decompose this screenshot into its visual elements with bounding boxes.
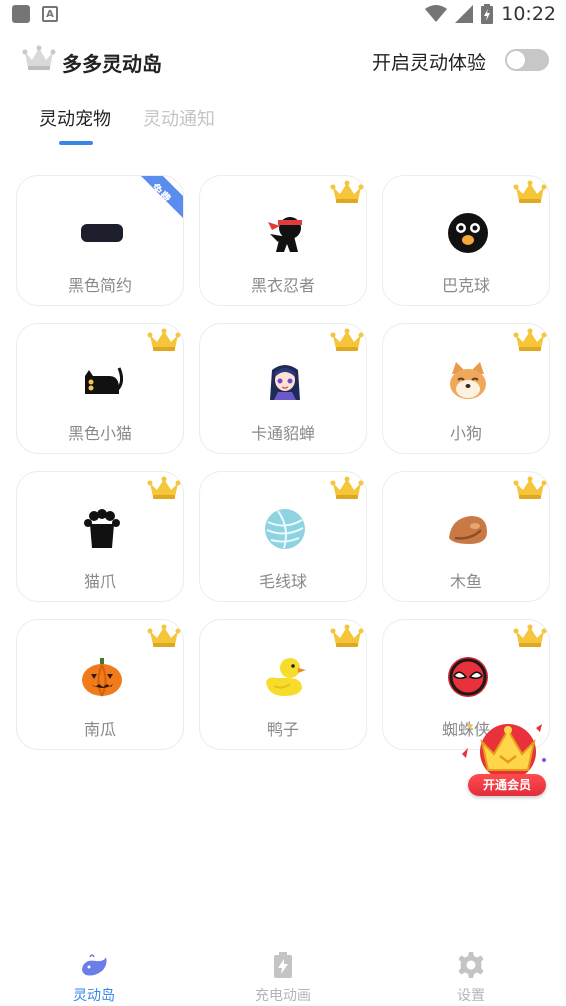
pet-card-cartoon-girl[interactable]: 卡通貂蝉 (199, 323, 367, 454)
bottom-nav: 灵动岛 充电动画 设置 (0, 945, 566, 1006)
yarn-ball-icon (265, 509, 305, 549)
status-bar: A 10:22 (0, 0, 566, 30)
nav-label: 设置 (457, 988, 485, 1004)
pet-label: 鸭子 (266, 720, 299, 739)
ninja-icon (268, 217, 302, 252)
island-toggle-switch[interactable] (505, 49, 549, 71)
crown-badge-icon (147, 328, 181, 351)
pet-label: 毛线球 (258, 572, 307, 591)
crown-logo-icon (22, 45, 56, 70)
pet-card-duck[interactable]: 鸭子 (199, 619, 367, 750)
wifi-icon (425, 5, 448, 22)
pet-card-black-simple[interactable]: 免费 黑色简约 (16, 175, 184, 306)
whale-icon (82, 954, 107, 976)
vip-button-label: 开通会员 (468, 774, 546, 796)
gear-icon (458, 952, 484, 978)
cat-paw-icon (84, 509, 120, 548)
crown-badge-icon (330, 328, 364, 351)
battery-charge-icon (274, 952, 292, 978)
tab-pets[interactable]: 灵动宠物 (39, 105, 111, 131)
crown-badge-icon (330, 624, 364, 647)
vip-crown-icon (462, 724, 546, 780)
pet-label: 小狗 (449, 424, 482, 443)
pumpkin-icon (82, 658, 122, 697)
crown-badge-icon (147, 476, 181, 499)
nav-label: 灵动岛 (73, 988, 115, 1004)
shiba-dog-icon (450, 362, 486, 399)
battery-icon (481, 4, 494, 24)
pet-label: 巴克球 (441, 276, 490, 295)
nav-item-settings[interactable]: 设置 (411, 945, 531, 1005)
nav-item-island[interactable]: 灵动岛 (34, 945, 154, 1005)
toggle-knob (507, 51, 525, 69)
tab-active-indicator (59, 141, 93, 145)
crown-badge-icon (513, 328, 547, 351)
island-toggle-label: 开启灵动体验 (372, 52, 487, 74)
spiderman-icon (448, 657, 488, 697)
black-ball-icon (448, 213, 488, 253)
crown-badge-icon (513, 624, 547, 647)
notification-square-icon (12, 5, 30, 23)
app-title: 多多灵动岛 (62, 52, 162, 76)
nav-label: 充电动画 (255, 988, 311, 1004)
notification-a-icon: A (42, 6, 58, 22)
pet-card-yarn-ball[interactable]: 毛线球 (199, 471, 367, 602)
pet-card-ninja[interactable]: 黑衣忍者 (199, 175, 367, 306)
pet-card-black-cat[interactable]: 黑色小猫 (16, 323, 184, 454)
status-time: 10:22 (501, 3, 556, 25)
black-cat-icon (85, 367, 123, 394)
crown-badge-icon (147, 624, 181, 647)
pet-card-cat-paw[interactable]: 猫爪 (16, 471, 184, 602)
pet-label: 黑色小猫 (67, 424, 132, 443)
vip-floating-button[interactable]: 开通会员 (460, 718, 548, 800)
crown-badge-icon (513, 180, 547, 203)
crown-badge-icon (330, 180, 364, 203)
wooden-fish-icon (449, 516, 487, 544)
app-header: 多多灵动岛 开启灵动体验 (0, 38, 566, 82)
free-ribbon: 免费 (133, 176, 183, 226)
pet-card-pumpkin[interactable]: 南瓜 (16, 619, 184, 750)
pet-card-dog[interactable]: 小狗 (382, 323, 550, 454)
pet-label: 木鱼 (449, 572, 482, 591)
tab-notifications[interactable]: 灵动通知 (143, 105, 215, 131)
crown-badge-icon (330, 476, 364, 499)
app-screen: A 10:22 多多灵动岛 开启灵动体验 灵动宠物 灵动通知 免费 黑色简约 黑… (0, 0, 566, 1006)
nav-item-charging[interactable]: 充电动画 (223, 945, 343, 1005)
duck-icon (266, 658, 306, 696)
crown-badge-icon (513, 476, 547, 499)
pet-label: 黑衣忍者 (250, 276, 315, 295)
cartoon-girl-icon (270, 365, 300, 400)
black-pill-icon (81, 212, 123, 254)
pet-label: 猫爪 (83, 572, 116, 591)
signal-icon (455, 5, 474, 23)
pet-card-wooden-fish[interactable]: 木鱼 (382, 471, 550, 602)
pet-card-buck-ball[interactable]: 巴克球 (382, 175, 550, 306)
pet-label: 黑色简约 (67, 276, 132, 295)
pet-label: 南瓜 (83, 720, 116, 739)
pet-label: 卡通貂蝉 (250, 424, 315, 443)
